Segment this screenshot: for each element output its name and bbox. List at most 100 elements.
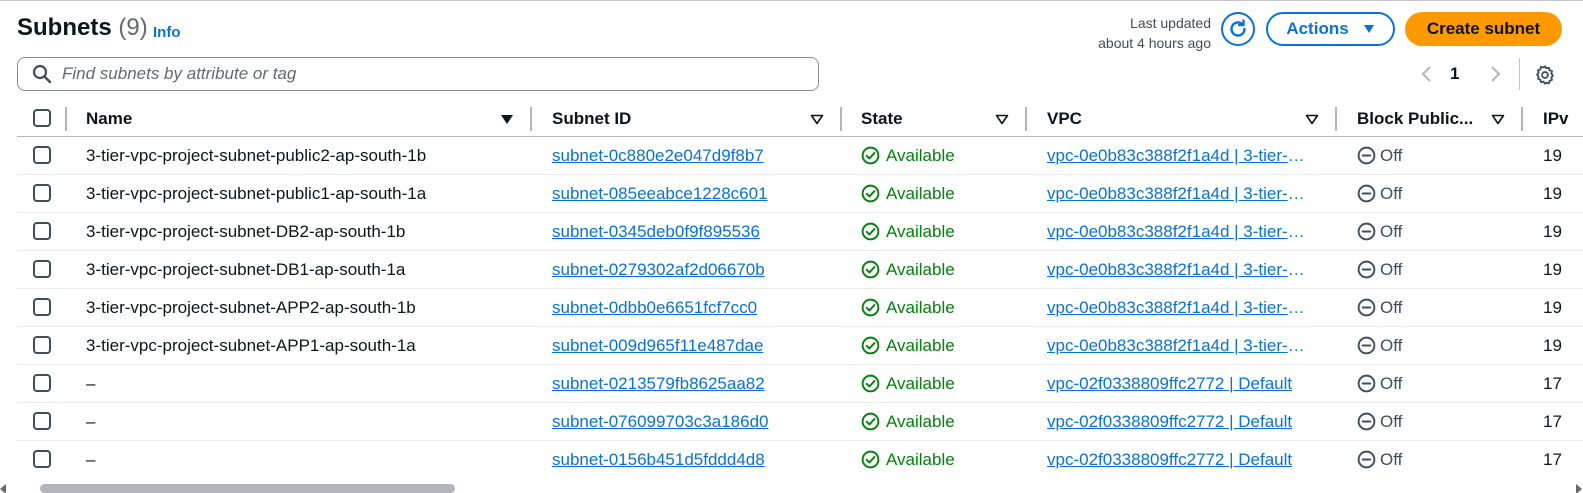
scroll-right-arrow[interactable] bbox=[1576, 484, 1582, 493]
status-off-icon bbox=[1357, 298, 1376, 317]
ipv4-cidr: 17 bbox=[1543, 449, 1562, 469]
vpc-link[interactable]: vpc-02f0338809ffc2772 | Default bbox=[1047, 441, 1313, 478]
table-settings-button[interactable] bbox=[1533, 63, 1557, 87]
ipv4-cidr: 19 bbox=[1543, 335, 1562, 355]
column-divider bbox=[65, 107, 67, 131]
status-off-icon bbox=[1357, 146, 1376, 165]
block-public-cell: Off bbox=[1357, 289, 1517, 326]
row-checkbox[interactable] bbox=[33, 184, 51, 202]
row-checkbox[interactable] bbox=[33, 336, 51, 354]
subnet-name: 3-tier-vpc-project-subnet-APP2-ap-south-… bbox=[86, 297, 416, 317]
vpc-link[interactable]: vpc-0e0b83c388f2f1a4d | 3-tier-vpc-proje… bbox=[1047, 251, 1313, 288]
table-row[interactable]: – subnet-0213579fb8625aa82 Available vpc… bbox=[17, 365, 1583, 403]
subnet-id-link[interactable]: subnet-009d965f11e487dae bbox=[552, 336, 763, 356]
vpc-link[interactable]: vpc-0e0b83c388f2f1a4d | 3-tier-vpc-proje… bbox=[1047, 137, 1313, 174]
ipv4-cidr: 19 bbox=[1543, 183, 1562, 203]
vpc-link[interactable]: vpc-02f0338809ffc2772 | Default bbox=[1047, 365, 1313, 402]
subnet-id-link[interactable]: subnet-076099703c3a186d0 bbox=[552, 412, 768, 432]
status-off-icon bbox=[1357, 412, 1376, 431]
table-row[interactable]: 3-tier-vpc-project-subnet-DB2-ap-south-1… bbox=[17, 213, 1583, 251]
sort-caret-icon[interactable] bbox=[809, 111, 825, 127]
table-header: Name Subnet ID State VPC Block Public...… bbox=[17, 100, 1583, 137]
scroll-left-arrow[interactable] bbox=[0, 484, 6, 493]
actions-button[interactable]: Actions bbox=[1266, 12, 1395, 46]
table-row[interactable]: 3-tier-vpc-project-subnet-APP1-ap-south-… bbox=[17, 327, 1583, 365]
horizontal-scrollbar[interactable] bbox=[40, 484, 455, 493]
column-header-subnet-id[interactable]: Subnet ID bbox=[552, 100, 631, 137]
row-checkbox[interactable] bbox=[33, 260, 51, 278]
row-checkbox[interactable] bbox=[33, 298, 51, 316]
subnet-id-link[interactable]: subnet-0279302af2d06670b bbox=[552, 260, 765, 280]
column-resizer-name[interactable] bbox=[530, 107, 532, 131]
subnet-id-link[interactable]: subnet-0345deb0f9f895536 bbox=[552, 222, 760, 242]
ipv4-cidr: 19 bbox=[1543, 145, 1562, 165]
block-public-label: Off bbox=[1380, 145, 1403, 165]
status-success-icon bbox=[861, 260, 880, 279]
create-subnet-button[interactable]: Create subnet bbox=[1405, 12, 1562, 46]
table-row[interactable]: – subnet-076099703c3a186d0 Available vpc… bbox=[17, 403, 1583, 441]
row-checkbox[interactable] bbox=[33, 146, 51, 164]
row-checkbox[interactable] bbox=[33, 222, 51, 240]
info-link[interactable]: Info bbox=[153, 24, 181, 41]
gear-icon bbox=[1536, 65, 1554, 85]
state-cell: Available bbox=[861, 251, 1021, 288]
column-resizer-block-public[interactable] bbox=[1521, 107, 1523, 131]
block-public-label: Off bbox=[1380, 221, 1403, 241]
table-row[interactable]: 3-tier-vpc-project-subnet-APP2-ap-south-… bbox=[17, 289, 1583, 327]
subnet-id-link[interactable]: subnet-0213579fb8625aa82 bbox=[552, 374, 765, 394]
table-row[interactable]: 3-tier-vpc-project-subnet-public1-ap-sou… bbox=[17, 175, 1583, 213]
vpc-link[interactable]: vpc-0e0b83c388f2f1a4d | 3-tier-vpc-proje… bbox=[1047, 327, 1313, 364]
next-page-button[interactable] bbox=[1485, 62, 1507, 86]
state-label: Available bbox=[886, 183, 955, 203]
sort-caret-icon[interactable] bbox=[1304, 111, 1320, 127]
previous-page-button[interactable] bbox=[1415, 62, 1437, 86]
status-off-icon bbox=[1357, 222, 1376, 241]
search-input[interactable] bbox=[62, 64, 802, 84]
block-public-cell: Off bbox=[1357, 251, 1517, 288]
column-header-block-public[interactable]: Block Public... bbox=[1357, 100, 1473, 137]
select-all-checkbox[interactable] bbox=[33, 109, 51, 127]
vpc-link[interactable]: vpc-0e0b83c388f2f1a4d | 3-tier-vpc-proje… bbox=[1047, 175, 1313, 212]
state-cell: Available bbox=[861, 403, 1021, 440]
caret-down-icon bbox=[1363, 25, 1374, 33]
subnet-count: (9) bbox=[118, 14, 148, 41]
subnets-table: Name Subnet ID State VPC Block Public...… bbox=[17, 100, 1583, 479]
table-row[interactable]: 3-tier-vpc-project-subnet-DB1-ap-south-1… bbox=[17, 251, 1583, 289]
row-checkbox[interactable] bbox=[33, 412, 51, 430]
refresh-button[interactable] bbox=[1221, 12, 1255, 46]
row-checkbox[interactable] bbox=[33, 374, 51, 392]
page-number[interactable]: 1 bbox=[1450, 64, 1459, 84]
row-checkbox[interactable] bbox=[33, 450, 51, 468]
block-public-label: Off bbox=[1380, 183, 1403, 203]
status-off-icon bbox=[1357, 260, 1376, 279]
block-public-cell: Off bbox=[1357, 441, 1517, 478]
sort-descending-icon[interactable] bbox=[499, 111, 515, 127]
vpc-link[interactable]: vpc-0e0b83c388f2f1a4d | 3-tier-vpc-proje… bbox=[1047, 213, 1313, 250]
subnet-id-link[interactable]: subnet-0c880e2e047d9f8b7 bbox=[552, 146, 764, 166]
status-off-icon bbox=[1357, 450, 1376, 469]
state-label: Available bbox=[886, 297, 955, 317]
subnet-id-link[interactable]: subnet-0dbb0e6651fcf7cc0 bbox=[552, 298, 757, 318]
table-row[interactable]: 3-tier-vpc-project-subnet-public2-ap-sou… bbox=[17, 137, 1583, 175]
sort-caret-icon[interactable] bbox=[994, 111, 1010, 127]
table-row[interactable]: – subnet-0156b451d5fddd4d8 Available vpc… bbox=[17, 441, 1583, 479]
subnet-id-link[interactable]: subnet-085eeabce1228c601 bbox=[552, 184, 768, 204]
block-public-cell: Off bbox=[1357, 137, 1517, 174]
block-public-label: Off bbox=[1380, 297, 1403, 317]
sort-caret-icon[interactable] bbox=[1490, 111, 1506, 127]
vpc-link[interactable]: vpc-0e0b83c388f2f1a4d | 3-tier-vpc-proje… bbox=[1047, 289, 1313, 326]
vpc-link[interactable]: vpc-02f0338809ffc2772 | Default bbox=[1047, 403, 1313, 440]
state-label: Available bbox=[886, 259, 955, 279]
column-header-ipv4[interactable]: IPv bbox=[1543, 100, 1569, 137]
column-header-vpc[interactable]: VPC bbox=[1047, 100, 1082, 137]
block-public-label: Off bbox=[1380, 259, 1403, 279]
column-resizer-vpc[interactable] bbox=[1335, 107, 1337, 131]
column-header-name[interactable]: Name bbox=[86, 100, 132, 137]
subnet-name: 3-tier-vpc-project-subnet-public1-ap-sou… bbox=[86, 183, 427, 203]
state-label: Available bbox=[886, 373, 955, 393]
column-resizer-state[interactable] bbox=[1025, 107, 1027, 131]
subnet-id-link[interactable]: subnet-0156b451d5fddd4d8 bbox=[552, 450, 765, 470]
column-header-state[interactable]: State bbox=[861, 100, 903, 137]
column-resizer-subnet-id[interactable] bbox=[840, 107, 842, 131]
page-title: Subnets (9) bbox=[17, 14, 148, 42]
